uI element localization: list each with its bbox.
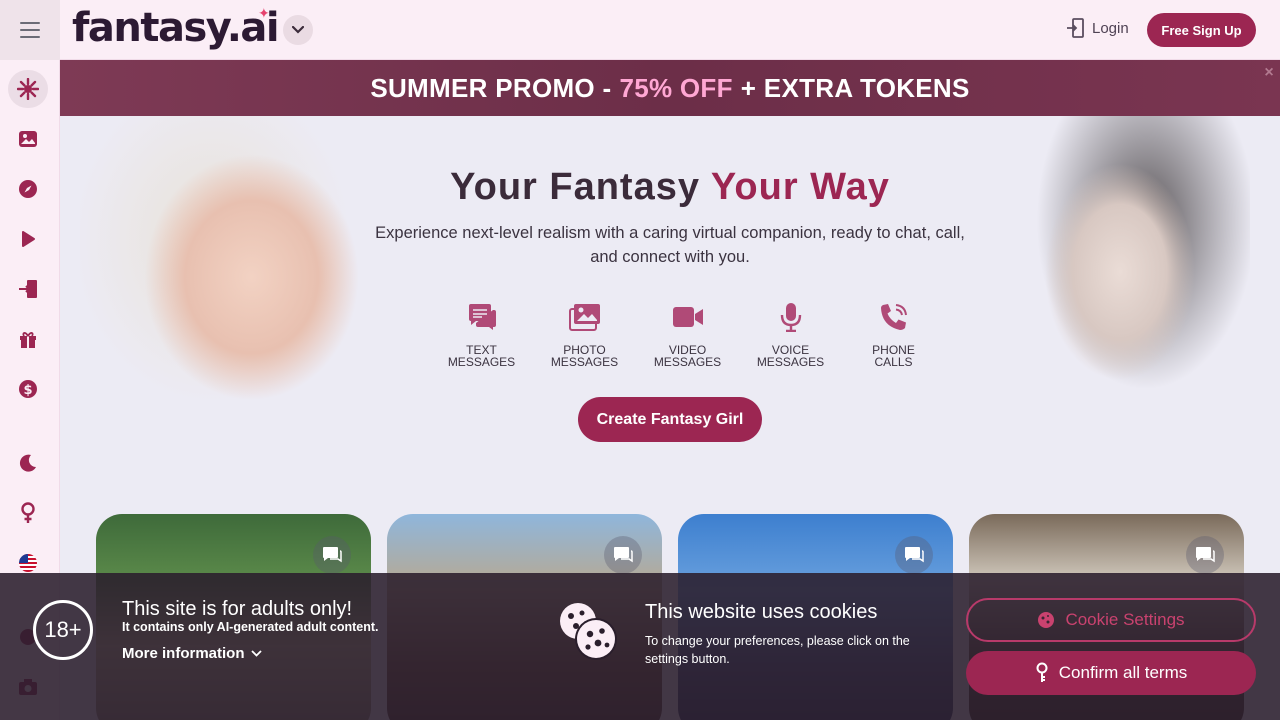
play-icon (22, 231, 35, 247)
chat-bubble-icon (905, 547, 924, 563)
hero-section: Your Fantasy Your Way Experience next-le… (60, 116, 1280, 496)
sidebar-item-discover[interactable] (8, 170, 48, 208)
compass-icon (19, 180, 37, 198)
card-chat-button[interactable] (313, 536, 351, 574)
create-fantasy-girl-button[interactable]: Create Fantasy Girl (578, 397, 762, 442)
gallery-icon (19, 131, 37, 147)
sidebar-item-explore[interactable] (8, 70, 48, 108)
logo-dropdown-button[interactable] (283, 15, 313, 45)
microphone-icon (780, 303, 801, 332)
chat-bubble-icon (614, 547, 633, 563)
chat-bubble-icon (323, 547, 342, 563)
card-chat-button[interactable] (604, 536, 642, 574)
svg-text:$: $ (23, 383, 32, 398)
hero-portrait-left (80, 116, 410, 426)
moon-icon (19, 454, 36, 472)
sidebar-item-gender[interactable] (8, 494, 48, 532)
login-label: Login (1092, 19, 1129, 37)
promo-text-part2: + EXTRA TOKENS (740, 72, 970, 103)
cookie-small-icon (1038, 612, 1055, 628)
chat-bubble-icon (1196, 547, 1215, 563)
feature-label: PHOTO MESSAGES (550, 343, 619, 369)
text-messages-icon (468, 304, 496, 330)
photo-messages-icon (568, 304, 600, 331)
card-chat-button[interactable] (895, 536, 933, 574)
sidebar-item-gallery[interactable] (8, 120, 48, 158)
promo-text-part1: SUMMER PROMO - (370, 72, 612, 103)
cookie-settings-label: Cookie Settings (1065, 610, 1185, 629)
chevron-down-icon (250, 650, 262, 657)
confirm-all-terms-button[interactable]: Confirm all terms (966, 651, 1256, 695)
login-door-icon (19, 280, 37, 298)
cookie-settings-button[interactable]: Cookie Settings (966, 598, 1256, 642)
cookie-title: This website uses cookies (645, 601, 878, 623)
video-messages-icon (672, 307, 703, 327)
logo-sparkle-icon: ✦ (258, 5, 270, 21)
top-header: fantasy.ai ✦ Login Free Sign Up (0, 0, 1280, 60)
chevron-down-icon (292, 26, 304, 34)
cookie-icon (560, 603, 617, 660)
menu-toggle-button[interactable] (0, 0, 60, 60)
hero-title: Your Fantasy Your Way (60, 166, 1280, 209)
hamburger-icon (20, 20, 40, 41)
sidebar-item-gifts[interactable] (8, 320, 48, 358)
site-logo[interactable]: fantasy.ai (72, 4, 280, 52)
phone-icon (880, 304, 907, 330)
feature-voice-messages: VOICE MESSAGES (739, 300, 842, 368)
hero-subtitle: Experience next-level realism with a car… (375, 224, 965, 266)
dollar-icon: $ (19, 380, 37, 398)
sidebar-item-videos[interactable] (8, 220, 48, 258)
feature-label: PHONE CALLS (872, 343, 915, 369)
confirm-all-terms-label: Confirm all terms (1058, 663, 1188, 682)
sidebar-item-dark-mode[interactable] (8, 444, 48, 482)
hero-title-part1: Your Fantasy (450, 166, 700, 208)
cookie-consent-bar: 18+ This site is for adults only! It con… (0, 573, 1280, 720)
login-link[interactable]: Login (1066, 18, 1129, 38)
sidebar-item-pricing[interactable]: $ (8, 370, 48, 408)
age-badge: 18+ (33, 600, 93, 660)
gift-icon (20, 332, 36, 348)
free-signup-button[interactable]: Free Sign Up (1147, 13, 1256, 47)
adult-warning-title: This site is for adults only! (122, 598, 353, 620)
feature-photo-messages: PHOTO MESSAGES (533, 300, 636, 368)
sidebar-item-login[interactable] (8, 270, 48, 308)
promo-discount: 75% OFF (619, 72, 733, 103)
more-information-toggle[interactable]: More information (122, 645, 262, 662)
feature-label: TEXT MESSAGES (447, 343, 516, 369)
sparkle-burst-icon (17, 78, 39, 100)
key-icon (1036, 662, 1048, 682)
feature-label: VIDEO MESSAGES (653, 343, 722, 369)
feature-list: TEXT MESSAGES PHOTO MESSAGES VIDEO MESSA… (430, 300, 945, 368)
female-symbol-icon (21, 502, 35, 523)
login-icon (1067, 18, 1084, 38)
feature-video-messages: VIDEO MESSAGES (636, 300, 739, 368)
feature-text-messages: TEXT MESSAGES (430, 300, 533, 368)
card-chat-button[interactable] (1186, 536, 1224, 574)
cookie-text: To change your preferences, please click… (645, 634, 910, 666)
promo-close-button[interactable]: × (1264, 64, 1274, 82)
hero-portrait-right (990, 116, 1250, 416)
us-flag-icon (19, 554, 37, 572)
feature-phone-calls: PHONE CALLS (842, 300, 945, 368)
more-information-label: More information (122, 645, 245, 662)
feature-label: VOICE MESSAGES (756, 343, 825, 369)
hero-title-part2: Your Way (710, 166, 890, 208)
adult-warning-text: It contains only AI-generated adult cont… (122, 620, 379, 634)
summer-promo-banner[interactable]: SUMMER PROMO - 75% OFF + EXTRA TOKENS × (60, 60, 1280, 116)
